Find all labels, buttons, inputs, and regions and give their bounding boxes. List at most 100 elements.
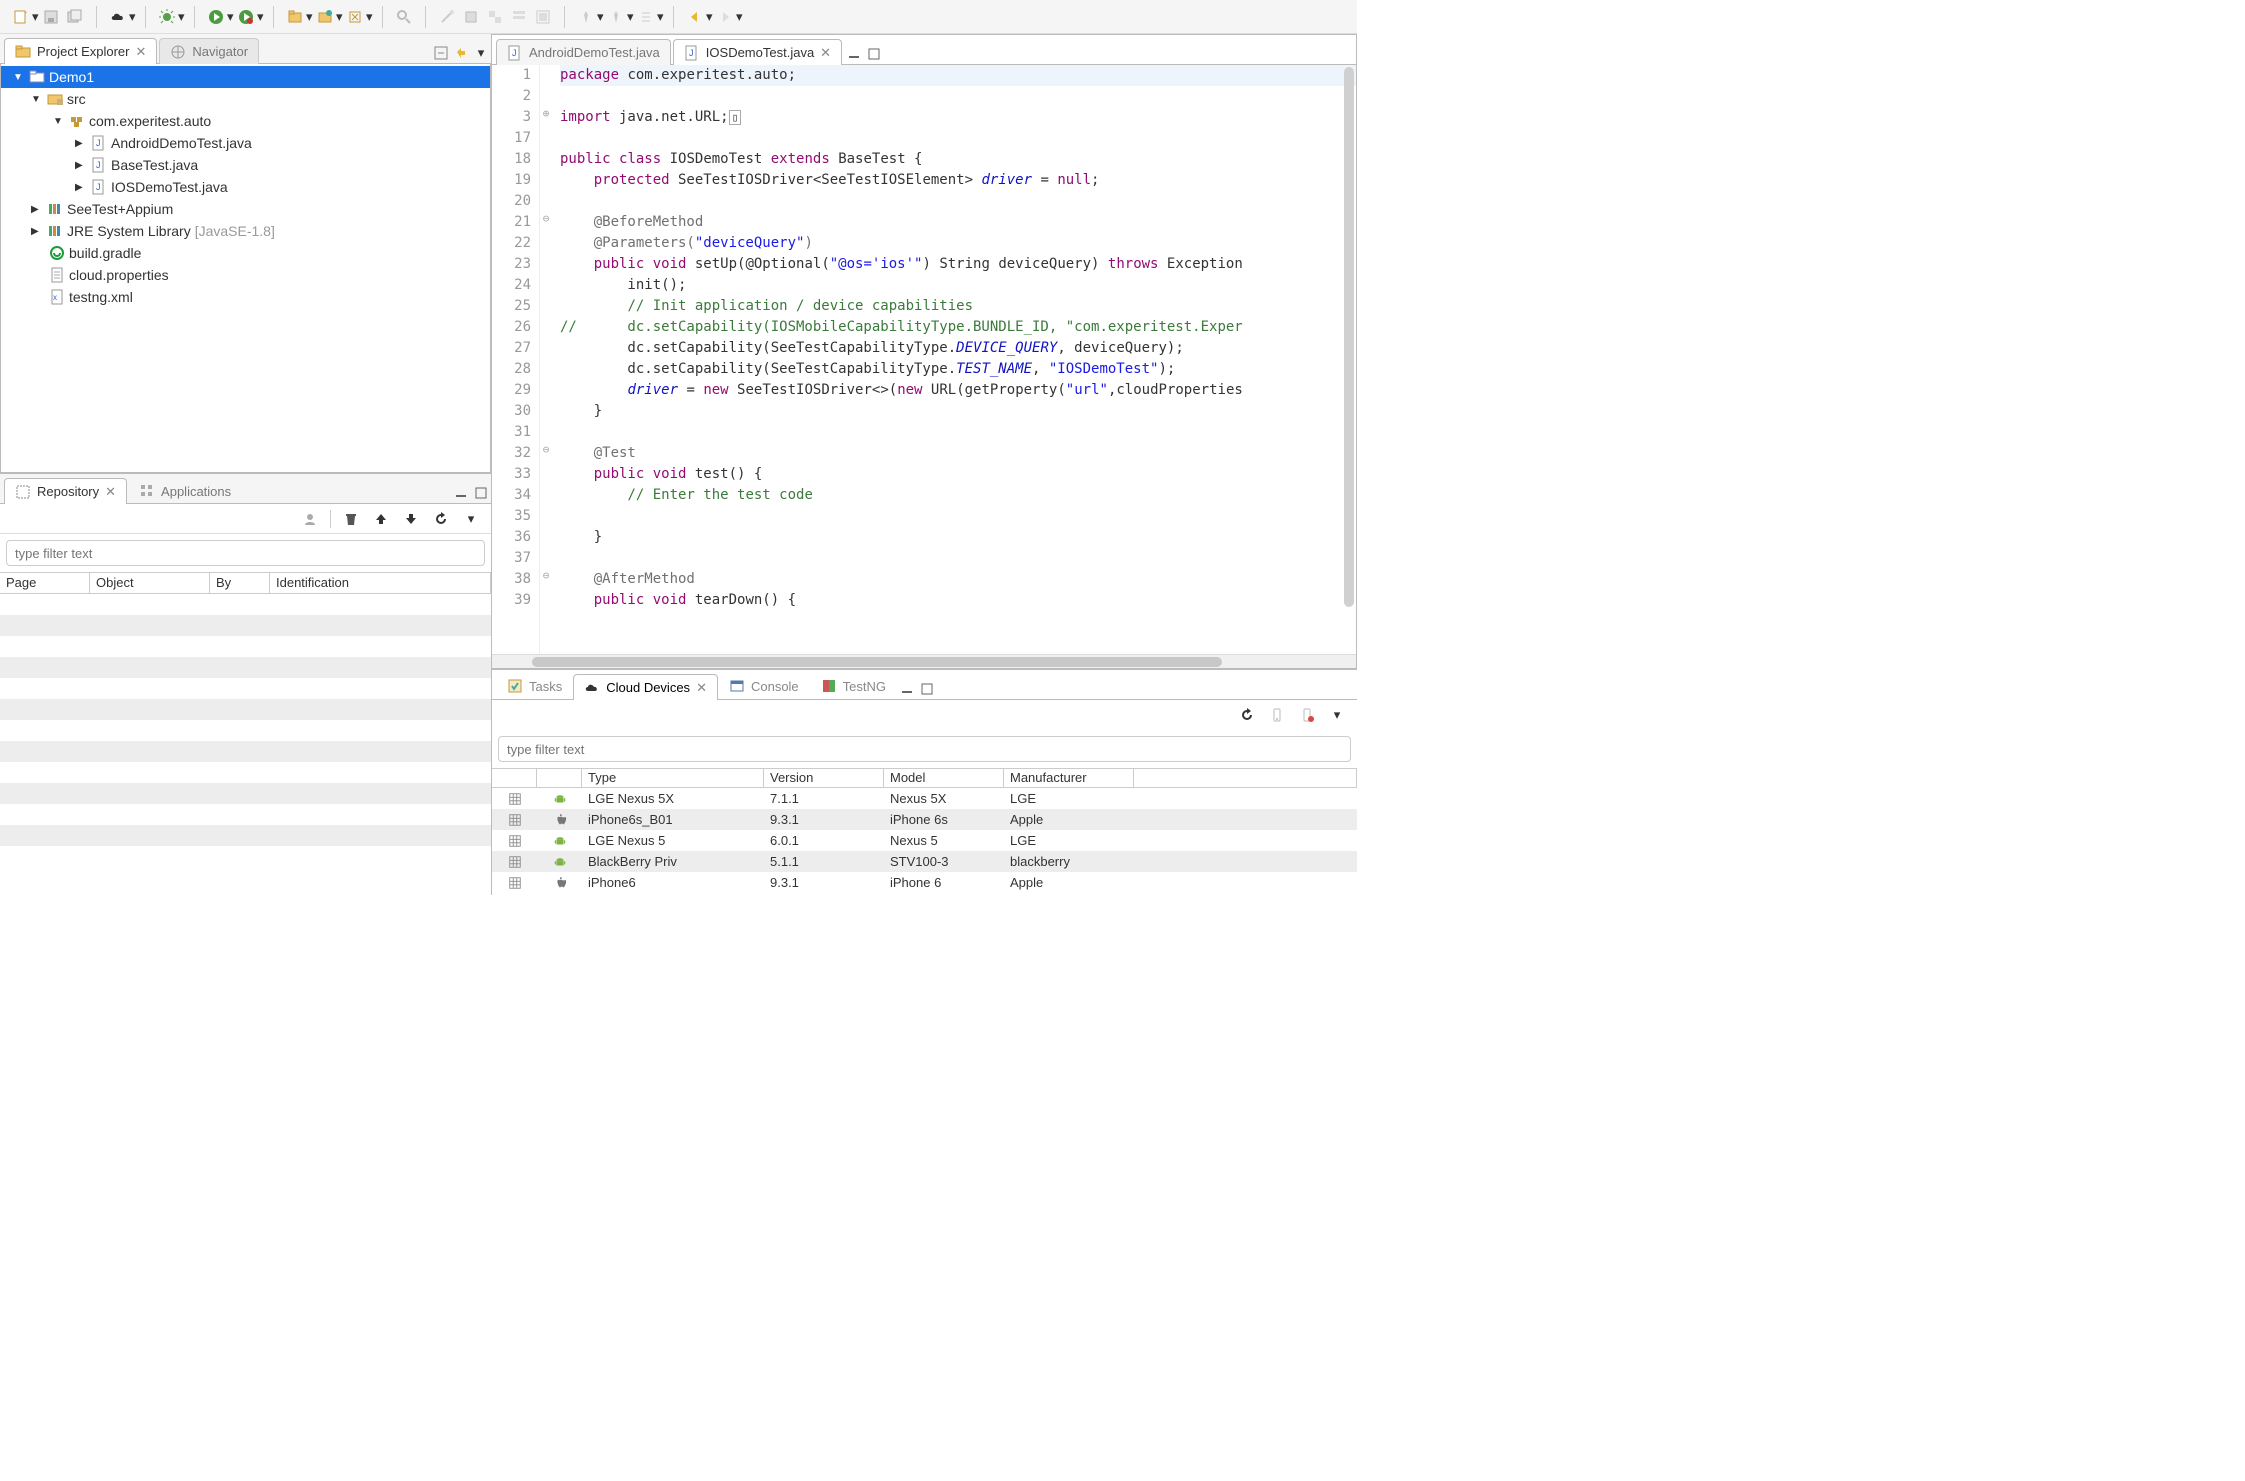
device-row[interactable]: BlackBerry Priv5.1.1STV100-3blackberry <box>492 851 1357 872</box>
tree-file-base[interactable]: ▶ J BaseTest.java <box>1 154 490 176</box>
project-explorer-tree[interactable]: ▼ Demo1 ▼ src ▼ com.experitest.auto ▶ J <box>0 64 491 473</box>
device-row[interactable]: LGE Nexus 56.0.1Nexus 5LGE <box>492 830 1357 851</box>
twisty-closed-icon[interactable]: ▶ <box>31 204 43 215</box>
java-file-icon: J <box>91 157 107 173</box>
tree-gradle[interactable]: build.gradle <box>1 242 490 264</box>
tree-testng-xml[interactable]: x testng.xml <box>1 286 490 308</box>
view-menu-icon[interactable]: ▾ <box>1327 705 1347 725</box>
phone-disconnect-icon[interactable] <box>1297 705 1317 725</box>
new-class-icon[interactable] <box>314 6 336 28</box>
close-icon[interactable]: ✕ <box>696 680 707 696</box>
cloud-devices-tab[interactable]: Cloud Devices ✕ <box>573 674 718 700</box>
close-icon[interactable]: ✕ <box>135 44 146 60</box>
applications-tab[interactable]: Applications <box>129 478 241 504</box>
navigator-tab[interactable]: Navigator <box>159 38 259 64</box>
repo-table-header[interactable]: Page Object By Identification <box>0 572 491 594</box>
twisty-closed-icon[interactable]: ▶ <box>75 160 87 171</box>
tree-src[interactable]: ▼ src <box>1 88 490 110</box>
left-top-tabbar: Project Explorer ✕ Navigator ▾ <box>0 34 491 64</box>
pin-icon[interactable] <box>575 6 597 28</box>
close-icon[interactable]: ✕ <box>105 484 116 500</box>
editor-hscrollbar[interactable] <box>492 654 1356 668</box>
new-icon[interactable] <box>10 6 32 28</box>
collapse-all-icon[interactable] <box>431 43 451 63</box>
editor-tab-ios[interactable]: J IOSDemoTest.java ✕ <box>673 39 842 65</box>
task3-icon[interactable] <box>508 6 530 28</box>
tasks-tab[interactable]: Tasks <box>496 673 573 699</box>
maximize-icon[interactable] <box>471 483 491 503</box>
close-icon[interactable]: ✕ <box>820 45 831 61</box>
refresh-icon[interactable] <box>431 509 451 529</box>
up-arrow-icon[interactable] <box>371 509 391 529</box>
tree-jre-lib[interactable]: ▶ JRE System Library [JavaSE-1.8] <box>1 220 490 242</box>
device-row[interactable]: LGE Nexus 5X7.1.1Nexus 5XLGE <box>492 788 1357 809</box>
editor-tab-android[interactable]: J AndroidDemoTest.java <box>496 39 671 65</box>
back-icon[interactable] <box>684 6 706 28</box>
tree-seetest-lib[interactable]: ▶ SeeTest+Appium <box>1 198 490 220</box>
minimize-icon[interactable] <box>844 44 864 64</box>
twisty-closed-icon[interactable]: ▶ <box>75 182 87 193</box>
testng-tab[interactable]: TestNG <box>810 673 897 699</box>
source-folder-icon <box>47 91 63 107</box>
maximize-icon[interactable] <box>864 44 884 64</box>
run-icon[interactable] <box>205 6 227 28</box>
project-explorer-label: Project Explorer <box>37 44 129 59</box>
task4-icon[interactable] <box>532 6 554 28</box>
twisty-closed-icon[interactable]: ▶ <box>31 226 43 237</box>
pin3-icon[interactable] <box>635 6 657 28</box>
debug-icon[interactable] <box>156 6 178 28</box>
task-icon[interactable] <box>460 6 482 28</box>
phone-icon[interactable] <box>1267 705 1287 725</box>
forward-icon[interactable] <box>714 6 736 28</box>
user-icon[interactable] <box>300 509 320 529</box>
minimize-icon[interactable] <box>897 679 917 699</box>
task2-icon[interactable] <box>484 6 506 28</box>
tree-file-ios[interactable]: ▶ J IOSDemoTest.java <box>1 176 490 198</box>
view-menu-icon[interactable]: ▾ <box>471 43 491 63</box>
editor-vscrollbar[interactable] <box>1344 67 1354 627</box>
save-icon[interactable] <box>40 6 62 28</box>
console-tab[interactable]: Console <box>718 673 810 699</box>
run-last-icon[interactable] <box>235 6 257 28</box>
tree-cloud-props[interactable]: cloud.properties <box>1 264 490 286</box>
repo-filter-input[interactable] <box>6 540 485 566</box>
cloud-devices-toolbar: ▾ <box>492 700 1357 730</box>
search-icon[interactable] <box>393 6 415 28</box>
view-menu-icon[interactable]: ▾ <box>461 509 481 529</box>
save-all-icon[interactable] <box>64 6 86 28</box>
devices-filter-input[interactable] <box>498 736 1351 762</box>
code-content[interactable]: package com.experitest.auto; import java… <box>552 65 1356 654</box>
trash-icon[interactable] <box>341 509 361 529</box>
pin2-icon[interactable] <box>605 6 627 28</box>
repo-table-body[interactable] <box>0 594 491 867</box>
java-file-icon: J <box>91 179 107 195</box>
navigator-label: Navigator <box>192 44 248 59</box>
link-editor-icon[interactable] <box>451 43 471 63</box>
new-package-icon[interactable] <box>284 6 306 28</box>
device-row[interactable]: iPhone6s_B019.3.1iPhone 6sApple <box>492 809 1357 830</box>
project-explorer-tab[interactable]: Project Explorer ✕ <box>4 38 157 64</box>
devices-table-header[interactable]: Type Version Model Manufacturer <box>492 768 1357 788</box>
code-editor[interactable]: 1231718192021222324252627282930313233343… <box>492 65 1356 654</box>
device-row[interactable]: iPhone69.3.1iPhone 6Apple <box>492 872 1357 893</box>
tree-package[interactable]: ▼ com.experitest.auto <box>1 110 490 132</box>
devices-table-body[interactable]: LGE Nexus 5X7.1.1Nexus 5XLGEiPhone6s_B01… <box>492 788 1357 895</box>
twisty-open-icon[interactable]: ▼ <box>53 116 65 127</box>
repository-tab[interactable]: Repository ✕ <box>4 478 127 504</box>
wizard-icon[interactable] <box>436 6 458 28</box>
os-icon <box>537 854 582 870</box>
twisty-closed-icon[interactable]: ▶ <box>75 138 87 149</box>
tree-file-android[interactable]: ▶ J AndroidDemoTest.java <box>1 132 490 154</box>
minimize-icon[interactable] <box>451 483 471 503</box>
new-type-icon[interactable] <box>344 6 366 28</box>
maximize-icon[interactable] <box>917 679 937 699</box>
fold-column[interactable]: ⊕⊖⊖⊖ <box>540 65 552 654</box>
device-manufacturer: blackberry <box>1004 854 1134 869</box>
twisty-open-icon[interactable]: ▼ <box>13 72 25 83</box>
twisty-open-icon[interactable]: ▼ <box>31 94 43 105</box>
down-arrow-icon[interactable] <box>401 509 421 529</box>
svg-text:J: J <box>689 48 694 58</box>
cloud-icon[interactable] <box>107 6 129 28</box>
refresh-icon[interactable] <box>1237 705 1257 725</box>
tree-project[interactable]: ▼ Demo1 <box>1 66 490 88</box>
